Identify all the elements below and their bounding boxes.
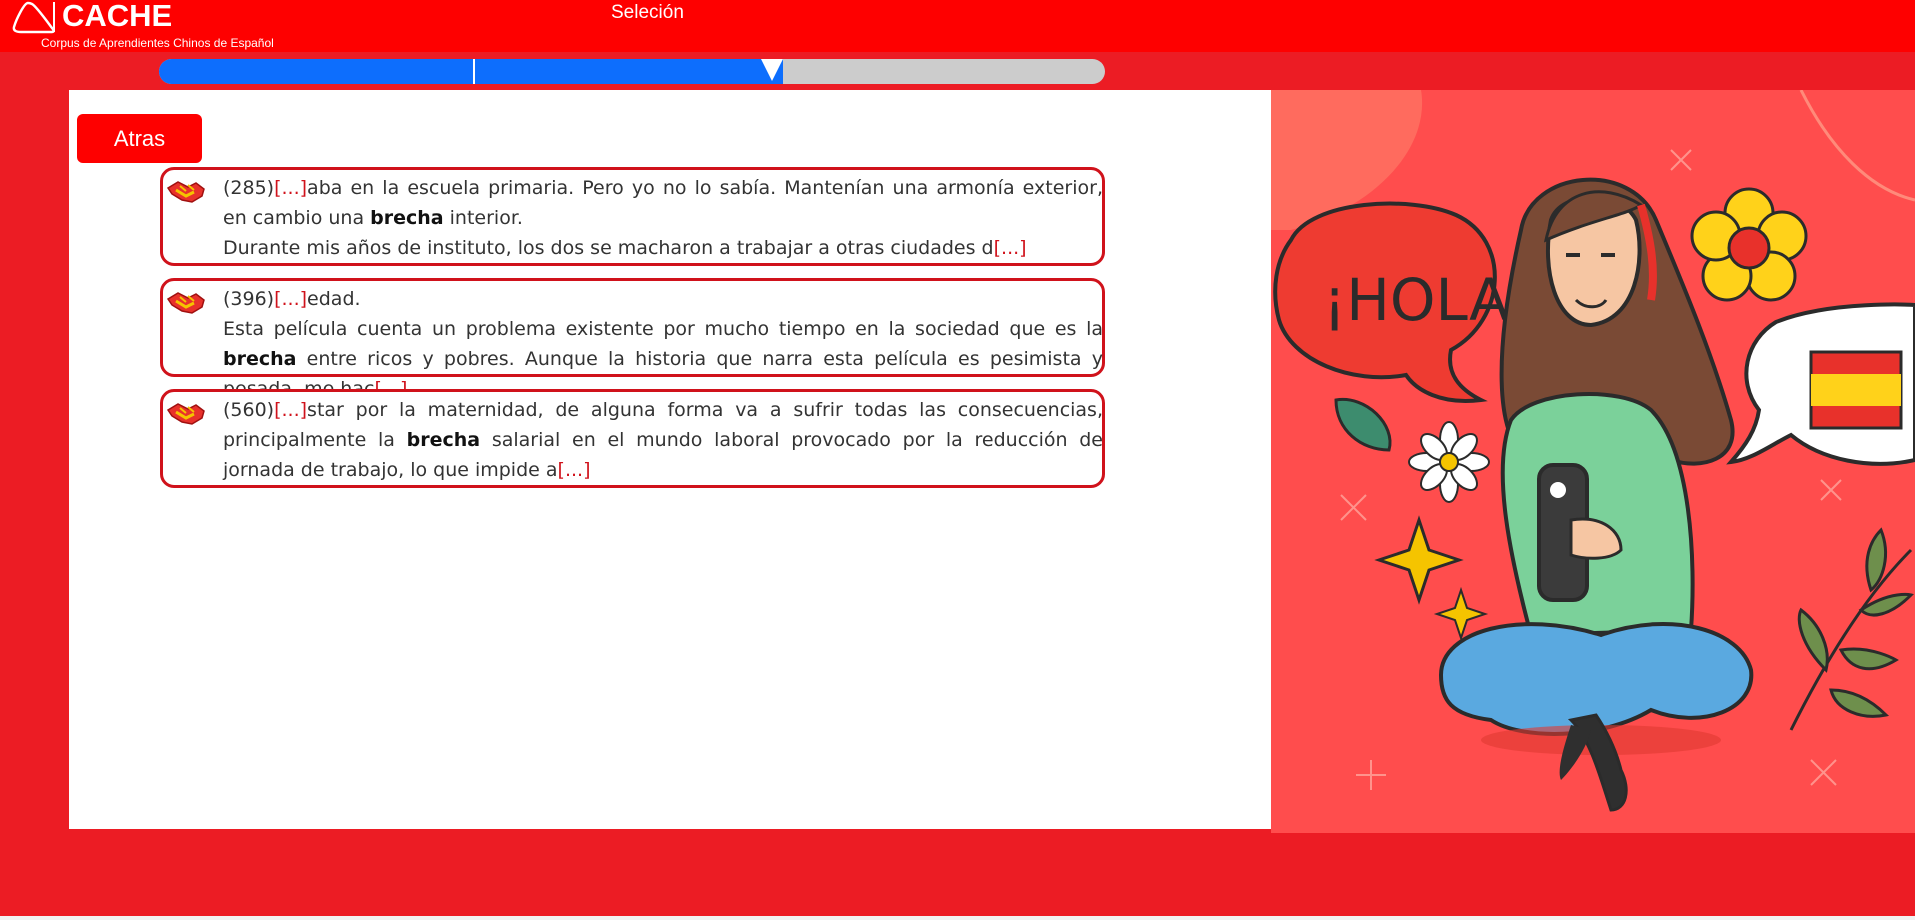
keyword-highlight: brecha — [223, 348, 297, 370]
page-title: Seleción — [611, 2, 684, 23]
result-card[interactable]: (560)[...]star por la maternidad, de alg… — [160, 389, 1105, 488]
context-text: interior. — [443, 207, 523, 229]
result-card[interactable]: (396)[...]edad. Esta película cuenta un p… — [160, 278, 1105, 400]
result-line: (285)[...]aba en la escuela primaria. Pe… — [223, 173, 1103, 233]
back-button[interactable]: Atras — [77, 114, 202, 163]
progress-bar — [159, 59, 1105, 84]
illustration: ¡HOLA! — [1271, 90, 1915, 833]
brand-name[interactable]: CACHE — [62, 0, 172, 34]
ellipsis-link[interactable]: [...] — [274, 177, 307, 199]
keyword-highlight: brecha — [406, 429, 481, 451]
result-card[interactable]: (285)[...]aba en la escuela primaria. Pe… — [160, 167, 1105, 266]
header-bar: CACHE Corpus de Aprendientes Chinos de E… — [0, 0, 1915, 52]
hola-text: ¡HOLA! — [1323, 266, 1532, 334]
result-number: (396) — [223, 288, 275, 310]
handshake-icon — [166, 403, 205, 425]
keyword-highlight: brecha — [370, 207, 444, 229]
result-line: (560)[...]star por la maternidad, de alg… — [223, 395, 1103, 485]
progress-fill — [159, 59, 783, 84]
result-line: Durante mis años de instituto, los dos s… — [223, 233, 1103, 263]
handshake-icon — [166, 181, 205, 203]
result-number: (285) — [223, 177, 275, 199]
context-text: edad. — [307, 288, 361, 310]
ellipsis-link[interactable]: [...] — [994, 237, 1027, 259]
ellipsis-link[interactable]: [...] — [274, 288, 307, 310]
progress-divider — [473, 59, 475, 84]
context-text: Durante mis años de instituto, los dos s… — [223, 237, 994, 259]
footer-strip — [0, 916, 1915, 920]
handshake-icon — [166, 292, 205, 314]
girl-with-phone-illustration: ¡HOLA! — [1271, 90, 1915, 833]
context-text: Esta película cuenta un problema existen… — [223, 318, 1103, 340]
brand-subtitle: Corpus de Aprendientes Chinos de Español — [41, 36, 274, 50]
ellipsis-link[interactable]: [...] — [274, 399, 307, 421]
ellipsis-link[interactable]: [...] — [558, 459, 591, 481]
result-text: (560)[...]star por la maternidad, de alg… — [223, 395, 1103, 485]
result-number: (560) — [223, 399, 275, 421]
result-text: (396)[...]edad. Esta película cuenta un p… — [223, 284, 1103, 404]
result-line: (396)[...]edad. — [223, 284, 1103, 314]
context-text: aba en la escuela primaria. Pero yo no l… — [223, 177, 1103, 229]
progress-marker-icon — [761, 59, 783, 81]
cache-logo-icon[interactable] — [12, 0, 56, 34]
result-text: (285)[...]aba en la escuela primaria. Pe… — [223, 173, 1103, 263]
